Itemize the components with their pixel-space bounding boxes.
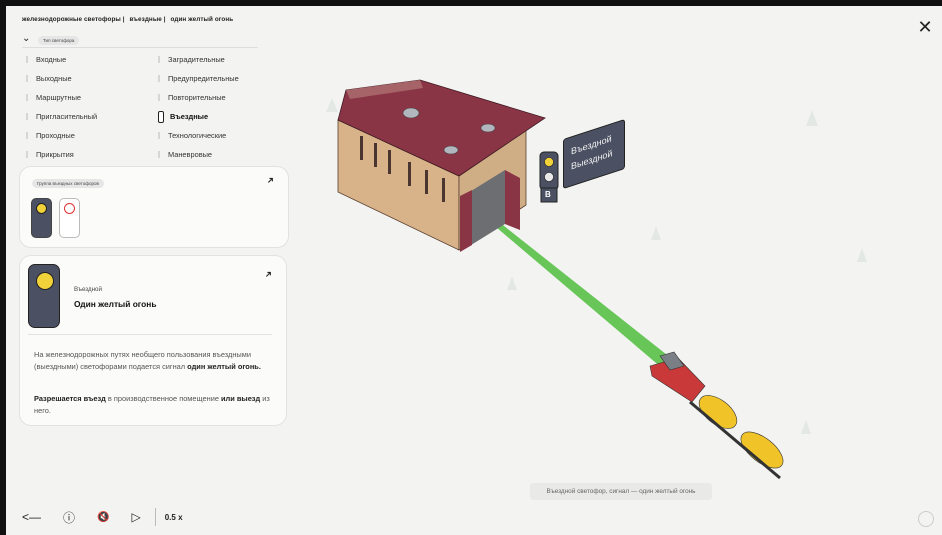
marker-icon — [26, 56, 28, 63]
signal-illustration — [28, 264, 60, 328]
text-bold: или выезд — [221, 394, 261, 403]
close-button[interactable]: ✕ — [916, 18, 934, 36]
description-paragraph-1: На железнодорожных путях необщего пользо… — [34, 349, 274, 373]
breadcrumb: железнодорожные светофоры | въездные | о… — [22, 16, 236, 23]
marker-icon — [26, 113, 28, 120]
text-bold: Разрешается въезд — [34, 394, 106, 403]
signal-type-menu-left: Входные Выходные Маршрутные Пригласитель… — [26, 50, 97, 164]
marker-icon — [26, 75, 28, 82]
marker-icon — [26, 132, 28, 139]
divider — [28, 334, 272, 335]
breadcrumb-item[interactable]: железнодорожные светофоры | — [22, 16, 125, 23]
menu-item-povtoritelnye[interactable]: Повторительные — [158, 88, 239, 107]
left-frame-border — [0, 0, 6, 535]
menu-item-predupreditelnye[interactable]: Предупредительные — [158, 69, 239, 88]
expand-arrow-icon[interactable]: ➜ — [263, 268, 276, 281]
marker-icon — [158, 75, 160, 82]
menu-item-priglasitelny[interactable]: Пригласительный — [26, 107, 97, 126]
type-label: Тип светофора — [38, 36, 80, 45]
marker-icon — [158, 151, 160, 158]
chevron-down-icon[interactable]: ⌄ — [22, 33, 30, 44]
menu-label: Входные — [36, 55, 67, 64]
top-frame-border — [0, 0, 942, 6]
menu-label: Выходные — [36, 74, 72, 83]
yellow-lamp-icon — [36, 272, 54, 290]
signal-name: Один желтый огонь — [74, 299, 157, 309]
train — [649, 351, 784, 480]
signal-info-card: ➜ Въездной Один желтый огонь На железнод… — [19, 255, 287, 426]
breadcrumb-item[interactable]: въездные | — [129, 16, 165, 23]
menu-label: Маршрутные — [36, 93, 82, 102]
marker-icon — [158, 132, 160, 139]
text-part: в производственное помещение — [107, 394, 219, 403]
breadcrumb-item: один желтый огонь — [170, 16, 234, 23]
menu-label: Маневровые — [168, 150, 213, 159]
signal-variant-red[interactable] — [59, 198, 80, 238]
play-icon[interactable]: ▷ — [131, 510, 140, 524]
marker-icon — [26, 151, 28, 158]
info-icon[interactable]: ⓘ — [63, 509, 75, 526]
menu-label: Предупредительные — [168, 74, 239, 83]
signal-type-menu-right: Заградительные Предупредительные Повтори… — [158, 50, 239, 164]
yellow-lamp-icon — [36, 203, 47, 214]
type-selector[interactable]: ⌄ Тип светофора — [22, 33, 258, 48]
menu-item-tekhnologicheskie[interactable]: Технологические — [158, 126, 239, 145]
menu-item-manevrovye[interactable]: Маневровые — [158, 145, 239, 164]
depot-building — [337, 79, 546, 252]
menu-item-prikrytiya[interactable]: Прикрытия — [26, 145, 97, 164]
group-label: Группа въездных светофоров — [32, 179, 104, 188]
menu-item-vezdnye[interactable]: Въездные — [158, 107, 239, 126]
menu-label: Прикрытия — [36, 150, 74, 159]
signal-letter: В — [545, 190, 551, 199]
menu-item-vykhodnye[interactable]: Выходные — [26, 69, 97, 88]
description-paragraph-2: Разрешается въезд в производственное пом… — [34, 393, 274, 417]
playback-controls: <— ⓘ 🔇 ▷ 0.5 x — [22, 508, 183, 526]
menu-label: Проходные — [36, 131, 75, 140]
signal-kind: Въездной — [74, 286, 102, 293]
signal-icon — [158, 110, 164, 123]
expand-arrow-icon[interactable]: ➜ — [265, 174, 278, 187]
menu-label: Въездные — [170, 112, 209, 121]
red-lamp-icon — [64, 203, 75, 214]
back-arrow-icon[interactable]: <— — [22, 510, 41, 524]
speed-toggle[interactable]: 0.5 x — [165, 513, 183, 522]
logo-icon — [918, 511, 934, 527]
menu-label: Технологические — [168, 131, 227, 140]
signal-group-card: Группа въездных светофоров ➜ — [19, 166, 289, 248]
menu-item-marshrutnye[interactable]: Маршрутные — [26, 88, 97, 107]
text-bold: один желтый огонь. — [187, 362, 261, 371]
divider — [154, 508, 156, 526]
mute-icon[interactable]: 🔇 — [97, 512, 109, 523]
menu-item-zagraditelnye[interactable]: Заградительные — [158, 50, 239, 69]
scene-caption: Въездной светофор, сигнал — один желтый … — [530, 483, 712, 500]
menu-label: Заградительные — [168, 55, 225, 64]
marker-icon — [158, 56, 160, 63]
green-track — [470, 205, 676, 368]
menu-item-prokhodnye[interactable]: Проходные — [26, 126, 97, 145]
marker-icon — [26, 94, 28, 101]
menu-label: Пригласительный — [36, 112, 98, 121]
marker-icon — [158, 94, 160, 101]
menu-label: Повторительные — [168, 93, 226, 102]
menu-item-vkhodnye[interactable]: Входные — [26, 50, 97, 69]
signal-variant-yellow[interactable] — [31, 198, 52, 238]
